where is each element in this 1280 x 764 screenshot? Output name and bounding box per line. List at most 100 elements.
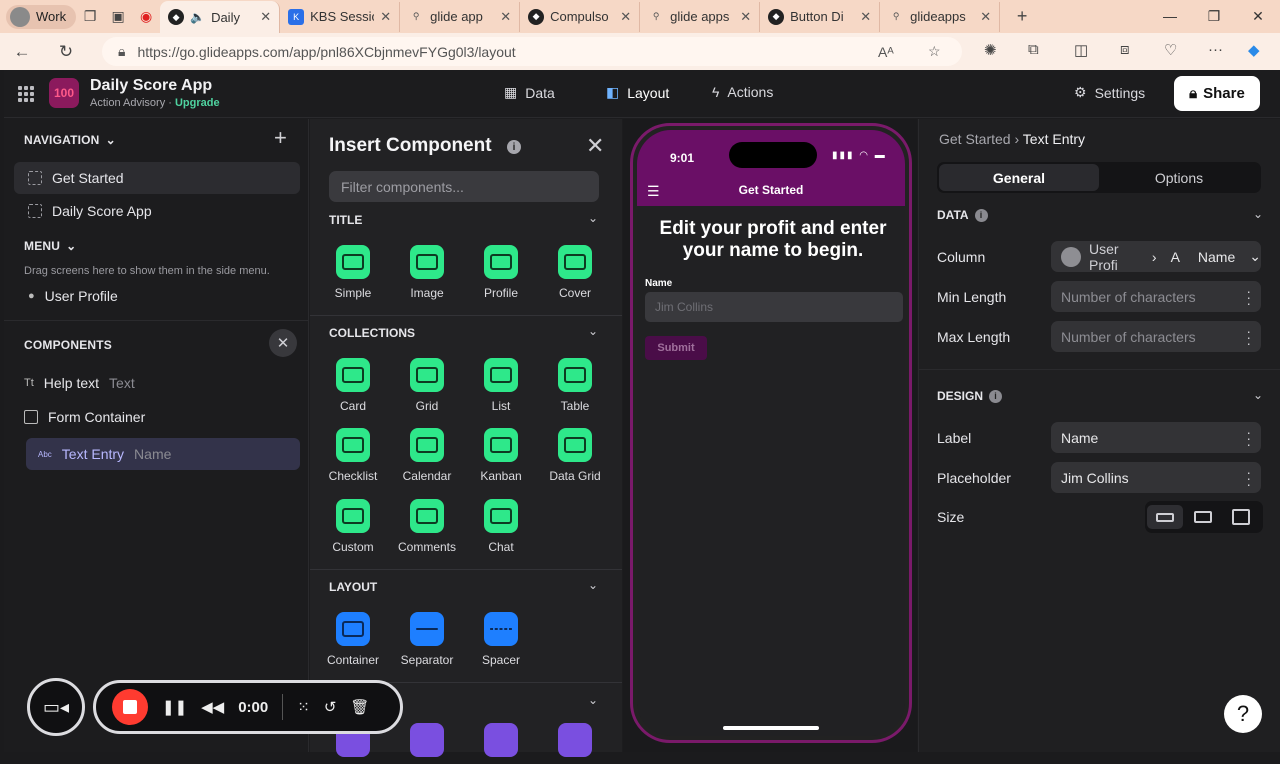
- share-button[interactable]: 🔒︎ Share: [1174, 76, 1260, 111]
- size-small-button[interactable]: [1147, 505, 1183, 529]
- component-tile-comments[interactable]: Comments: [391, 499, 463, 554]
- chevron-down-icon[interactable]: ⌄: [588, 578, 598, 592]
- browser-tab-button[interactable]: ◆ Button Di ✕: [760, 1, 881, 32]
- chevron-down-icon[interactable]: ⌄: [1253, 207, 1263, 221]
- tab-layout[interactable]: ◧ Layout: [606, 84, 669, 101]
- close-components-button[interactable]: ✕: [269, 329, 297, 357]
- headline-text[interactable]: Edit your profit and enter your name to …: [651, 218, 895, 262]
- placeholder-input[interactable]: Jim Collins · · ·: [1051, 462, 1261, 493]
- favorite-star-icon[interactable]: ☆: [928, 43, 941, 60]
- copilot-icon[interactable]: ◆: [1248, 41, 1260, 59]
- component-tile-simple[interactable]: Simple: [317, 245, 389, 300]
- pause-icon[interactable]: ❚❚: [162, 698, 187, 716]
- apps-grid-icon[interactable]: [18, 86, 34, 102]
- column-picker[interactable]: User Profi › A Name ⌄: [1051, 241, 1261, 273]
- component-tile-partial[interactable]: [465, 723, 537, 764]
- component-tile-grid[interactable]: Grid: [391, 358, 463, 413]
- info-icon[interactable]: i: [507, 140, 521, 154]
- menu-item-user-profile[interactable]: ● User Profile: [14, 280, 300, 312]
- component-tile-separator[interactable]: Separator: [391, 612, 463, 667]
- chevron-down-icon[interactable]: ⌄: [1253, 388, 1263, 402]
- breadcrumb-parent[interactable]: Get Started: [939, 131, 1011, 147]
- max-length-input[interactable]: Number of characters · · ·: [1051, 321, 1261, 352]
- trash-icon[interactable]: 🗑︎: [350, 698, 369, 716]
- browser-essentials-icon[interactable]: ♡: [1164, 41, 1177, 59]
- read-aloud-icon[interactable]: Aᴬ: [878, 44, 894, 60]
- kebab-menu-icon[interactable]: · · ·: [1246, 284, 1251, 310]
- upgrade-link[interactable]: Upgrade: [175, 97, 220, 109]
- component-tile-profile[interactable]: Profile: [465, 245, 537, 300]
- new-tab-icon[interactable]: +: [1008, 3, 1036, 31]
- component-tile-checklist[interactable]: Checklist: [317, 428, 389, 483]
- dots-grid-icon[interactable]: ⁙: [297, 698, 310, 716]
- component-tile-partial[interactable]: [391, 723, 463, 764]
- component-tile-cover[interactable]: Cover: [539, 245, 611, 300]
- camera-toggle-button[interactable]: ▭◂: [27, 678, 85, 736]
- back-icon[interactable]: ←: [0, 42, 44, 62]
- component-tile-data-grid[interactable]: Data Grid: [539, 428, 611, 483]
- speaker-icon[interactable]: 🔈: [190, 10, 205, 24]
- data-section-header[interactable]: DATA i: [937, 208, 988, 222]
- component-tile-image[interactable]: Image: [391, 245, 463, 300]
- design-section-header[interactable]: DESIGN i: [937, 389, 1003, 403]
- nav-item-get-started[interactable]: Get Started: [14, 162, 300, 194]
- info-icon[interactable]: i: [989, 389, 1003, 403]
- close-icon[interactable]: ✕: [980, 9, 991, 25]
- close-icon[interactable]: ✕: [500, 9, 511, 25]
- add-screen-button[interactable]: +: [274, 125, 287, 151]
- component-tile-card[interactable]: Card: [317, 358, 389, 413]
- size-medium-button[interactable]: [1185, 505, 1221, 529]
- chevron-down-icon[interactable]: ⌄: [588, 324, 598, 338]
- component-tile-list[interactable]: List: [465, 358, 537, 413]
- tab-options[interactable]: Options: [1099, 164, 1259, 191]
- kebab-menu-icon[interactable]: · · ·: [1246, 465, 1251, 491]
- stop-recording-button[interactable]: [112, 689, 148, 725]
- browser-tab-search-2[interactable]: ⚲ glide apps ✕: [640, 1, 761, 32]
- label-input[interactable]: Name · · ·: [1051, 422, 1261, 453]
- url-field[interactable]: 🔒︎ https://go.glideapps.com/app/pnl86XCb…: [102, 37, 962, 66]
- info-icon[interactable]: i: [974, 208, 988, 222]
- help-button[interactable]: ?: [1224, 695, 1262, 733]
- component-tile-container[interactable]: Container: [317, 612, 389, 667]
- component-help-text[interactable]: Tt Help text Text: [24, 375, 135, 391]
- component-tile-kanban[interactable]: Kanban: [465, 428, 537, 483]
- browser-tab-search-1[interactable]: ⚲ glide app ✕: [400, 1, 521, 32]
- puzzle-icon[interactable]: ⧉: [1028, 41, 1039, 58]
- close-icon[interactable]: ✕: [740, 9, 751, 25]
- workspaces-icon[interactable]: ❐: [76, 3, 104, 31]
- component-tile-spacer[interactable]: Spacer: [465, 612, 537, 667]
- profile-button[interactable]: Work: [6, 4, 77, 29]
- restore-icon[interactable]: ❐: [1192, 8, 1236, 25]
- component-tile-calendar[interactable]: Calendar: [391, 428, 463, 483]
- tab-general[interactable]: General: [939, 164, 1099, 191]
- settings-button[interactable]: ⚙ Settings: [1074, 84, 1145, 101]
- component-form-container[interactable]: Form Container: [24, 409, 145, 425]
- nav-item-daily-score[interactable]: Daily Score App: [14, 195, 300, 227]
- size-large-button[interactable]: [1223, 505, 1259, 529]
- minimize-icon[interactable]: —: [1148, 8, 1192, 25]
- rewind-icon[interactable]: ◀◀: [201, 698, 224, 716]
- split-screen-icon[interactable]: ◫: [1074, 41, 1088, 59]
- component-tile-table[interactable]: Table: [539, 358, 611, 413]
- close-icon[interactable]: ✕: [380, 9, 391, 25]
- min-length-input[interactable]: Number of characters · · ·: [1051, 281, 1261, 312]
- close-icon[interactable]: ✕: [260, 9, 271, 25]
- collections-icon[interactable]: ⧈: [1120, 41, 1130, 58]
- browser-tab-compulso[interactable]: ◆ Compulso ✕: [520, 1, 641, 32]
- component-text-entry[interactable]: Abc Text Entry Name: [26, 438, 300, 470]
- tab-actions[interactable]: ϟ Actions: [712, 84, 773, 100]
- navigation-header[interactable]: NAVIGATION ⌄: [24, 133, 116, 147]
- component-tile-chat[interactable]: Chat: [465, 499, 537, 554]
- close-icon[interactable]: ✕: [586, 133, 604, 159]
- browser-tab-kbs[interactable]: K KBS Sessio ✕: [280, 1, 401, 32]
- kebab-menu-icon[interactable]: · · ·: [1246, 425, 1251, 451]
- submit-button[interactable]: Submit: [645, 336, 707, 360]
- filter-input[interactable]: Filter components...: [329, 171, 599, 202]
- chevron-down-icon[interactable]: ⌄: [588, 211, 598, 225]
- component-tile-custom[interactable]: Custom: [317, 499, 389, 554]
- close-window-icon[interactable]: ✕: [1236, 8, 1280, 25]
- name-input[interactable]: Jim Collins: [645, 292, 903, 322]
- chevron-down-icon[interactable]: ⌄: [588, 693, 598, 707]
- kebab-menu-icon[interactable]: · · ·: [1246, 324, 1251, 350]
- browser-tab-daily[interactable]: ◆ 🔈 Daily ✕: [160, 1, 281, 33]
